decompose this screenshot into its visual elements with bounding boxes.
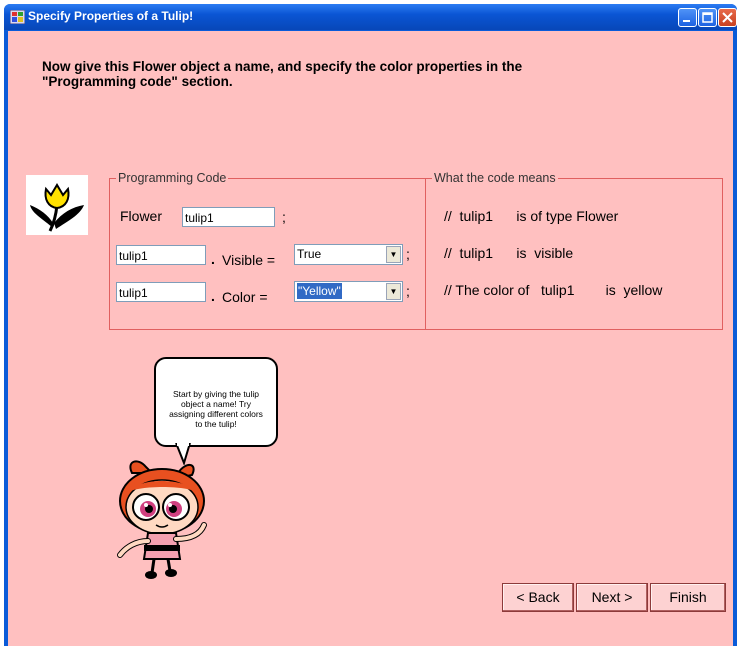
semicolon-3: ; [406, 283, 410, 299]
color-select[interactable]: "Yellow" ▼ [294, 281, 403, 302]
color-select-value: "Yellow" [297, 283, 342, 299]
tulip-flower-icon [26, 175, 88, 235]
group-divider [425, 178, 426, 330]
chevron-down-icon[interactable]: ▼ [386, 246, 401, 263]
speech-bubble: Start by giving the tulip object a name!… [154, 357, 278, 447]
visible-label: Visible = [222, 252, 276, 268]
dialog-body: Now give this Flower object a name, and … [8, 31, 733, 646]
finish-button[interactable]: Finish [650, 583, 726, 612]
code-meaning-legend: What the code means [432, 171, 558, 185]
programming-code-legend: Programming Code [116, 171, 229, 185]
app-icon [10, 10, 25, 24]
back-button[interactable]: < Back [502, 583, 574, 612]
title-bar: Specify Properties of a Tulip! [4, 4, 737, 30]
meaning-row-visible: // tulip1 is visible [444, 245, 574, 261]
meaning-row-type: // tulip1 is of type Flower [444, 208, 619, 224]
meaning-row-color: // The color of tulip1 is yellow [444, 282, 663, 298]
dot-1: . [211, 251, 215, 267]
visible-select[interactable]: True ▼ [294, 244, 403, 265]
close-button[interactable] [718, 8, 737, 27]
color-label: Color = [222, 289, 268, 305]
maximize-icon [702, 12, 713, 23]
color-object-input[interactable]: tulip1 [116, 282, 206, 302]
flower-name-input[interactable]: tulip1 [182, 207, 275, 227]
window-title: Specify Properties of a Tulip! [28, 9, 194, 23]
close-icon [722, 12, 733, 23]
dialog-window: Specify Properties of a Tulip! Now give … [4, 4, 737, 646]
minimize-button[interactable] [678, 8, 697, 27]
dot-2: . [211, 288, 215, 304]
chevron-down-icon[interactable]: ▼ [386, 283, 401, 300]
next-button[interactable]: Next > [576, 583, 648, 612]
cartoon-girl-character [117, 460, 207, 579]
instruction-text: Now give this Flower object a name, and … [42, 59, 523, 89]
visible-object-input[interactable]: tulip1 [116, 245, 206, 265]
semicolon-1: ; [282, 209, 286, 225]
visible-select-value: True [297, 247, 322, 261]
maximize-button[interactable] [698, 8, 717, 27]
minimize-icon [683, 20, 690, 22]
flower-type-label: Flower [120, 208, 163, 224]
semicolon-2: ; [406, 246, 410, 262]
